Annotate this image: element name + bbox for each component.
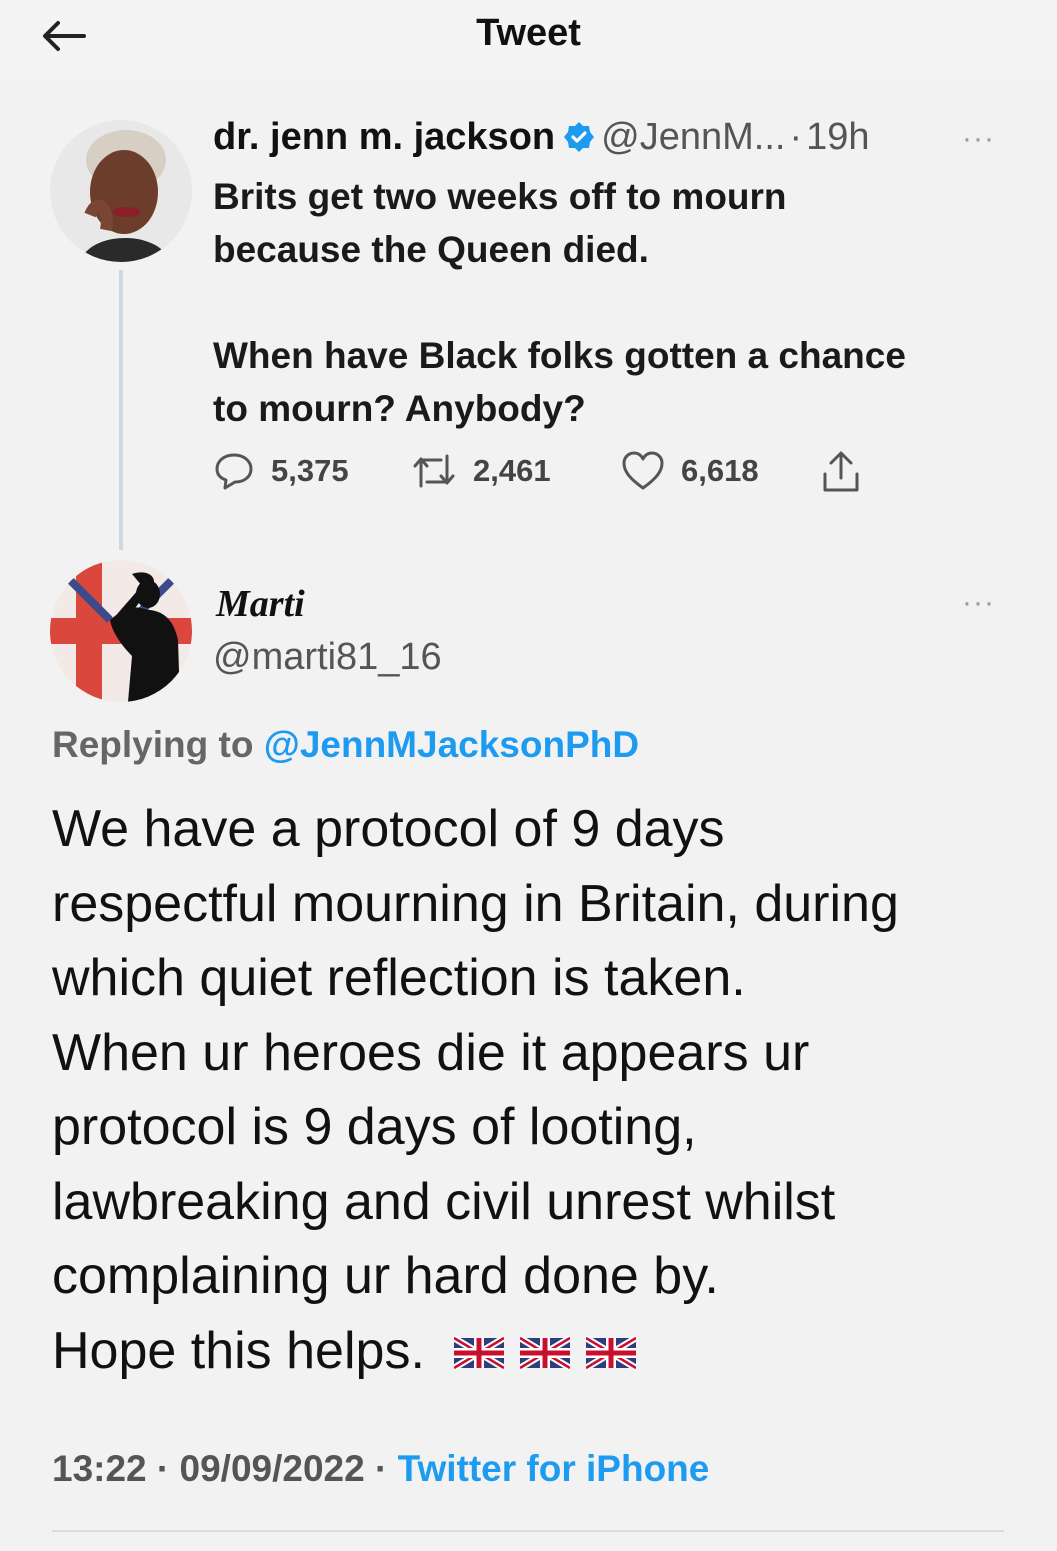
tweet-footer: 13:22 · 09/09/2022 · Twitter for iPhone [52,1448,709,1490]
page-title: Tweet [476,12,581,54]
replying-prefix: Replying to [52,724,254,765]
avatar-jenn-image [50,120,192,262]
uk-flag-icon [584,1317,638,1392]
divider [52,1530,1004,1532]
footer-separator: · [156,1448,170,1489]
reply-text-line: respectful mourning in Britain, during [52,874,899,933]
share-icon [823,451,859,492]
like-button[interactable]: 6,618 [621,450,759,492]
tweet-date: 09/09/2022 [179,1448,365,1489]
original-text-line: because the Queen died. [213,229,649,270]
reply-icon [215,453,253,490]
tweet-client-link[interactable]: Twitter for iPhone [398,1448,710,1489]
footer-separator: · [375,1448,388,1489]
reply-more-icon[interactable]: ··· [962,586,995,620]
reply-text-line: which quiet reflection is taken. [52,949,746,1007]
reply-count: 5,375 [271,453,349,488]
original-timestamp[interactable]: 19h [806,116,869,158]
reply-tweet-text: We have a protocol of 9 days respectful … [52,792,1012,1391]
reply-text-line: We have a protocol of 9 days [52,800,725,858]
original-handle[interactable]: @JennM... [601,116,785,158]
retweet-icon [413,454,455,488]
avatar-jenn[interactable] [50,120,192,262]
reply-display-name[interactable]: Marti [216,582,305,626]
reply-text-line: Hope this helps. [52,1321,425,1380]
reply-button[interactable]: 5,375 [213,450,349,492]
retweet-button[interactable]: 2,461 [411,450,551,492]
verified-badge-icon [563,120,595,163]
reply-text-line: When ur heroes die it appears ur [52,1023,810,1082]
reply-text-line: protocol is 9 days of looting, [52,1098,697,1156]
retweet-count: 2,461 [473,453,551,488]
original-tweet-text: Brits get two weeks off to mourn because … [213,170,1003,488]
meta-separator: · [789,116,803,158]
uk-flag-icon [452,1317,506,1392]
avatar-marti[interactable] [50,560,192,702]
reply-handle[interactable]: @marti81_16 [213,636,442,679]
original-display-name[interactable]: dr. jenn m. jackson [213,116,555,158]
reply-text-line: lawbreaking and civil unrest whilst [52,1172,836,1231]
uk-flag-icon [518,1317,572,1392]
top-bar: Tweet [0,0,1057,80]
original-text-line: Brits get two weeks off to mourn [213,176,787,217]
like-count: 6,618 [681,453,759,488]
thread-line [119,270,123,550]
replying-to: Replying to @JennMJacksonPhD [52,724,639,766]
heart-icon [622,451,664,490]
original-more-icon[interactable]: ··· [962,122,995,156]
tweet-time: 13:22 [52,1448,147,1489]
replying-to-link[interactable]: @JennMJacksonPhD [264,724,639,765]
avatar-marti-image [50,560,192,702]
original-text-line: to mourn? Anybody? [213,388,586,429]
share-button[interactable] [819,450,879,494]
reply-text-line: complaining ur hard done by. [52,1247,719,1305]
original-text-line: When have Black folks gotten a chance [213,335,906,376]
original-tweet-header: dr. jenn m. jackson @JennM... · 19h [213,116,870,163]
reply-last-line: Hope this helps. [52,1314,1012,1392]
